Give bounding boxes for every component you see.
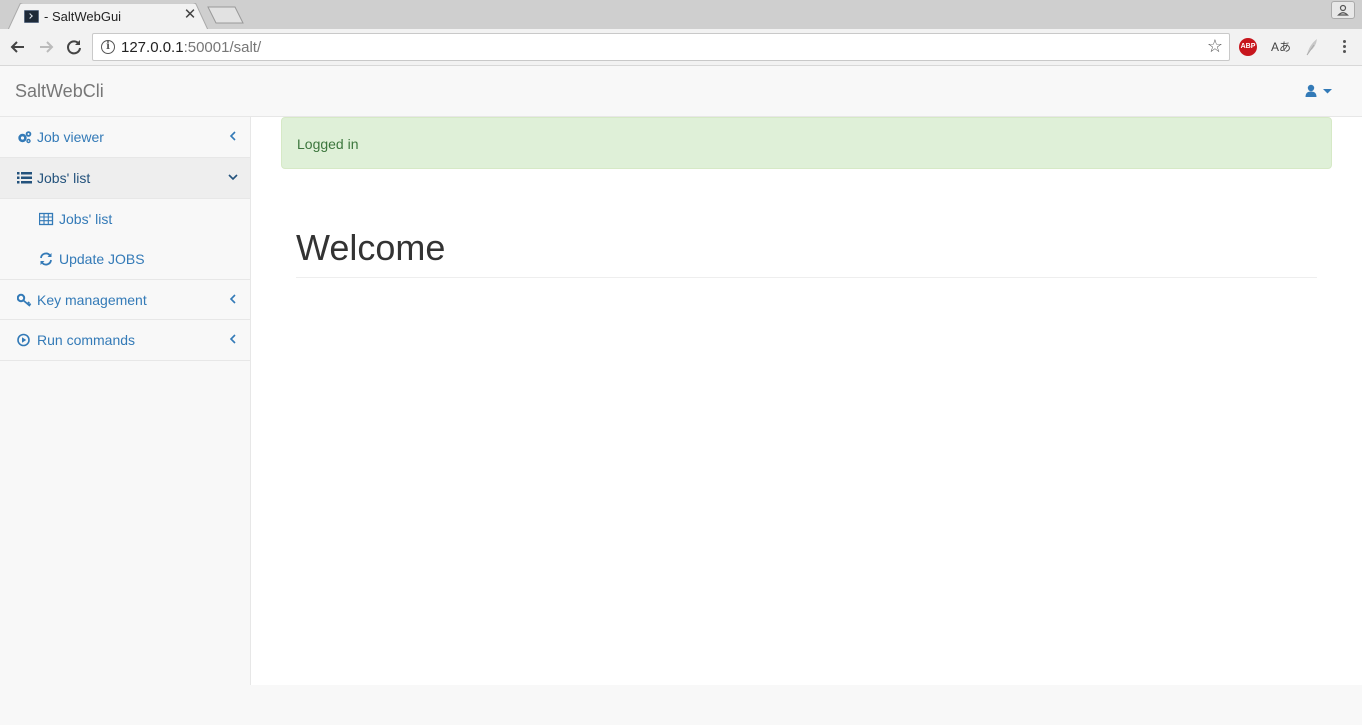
sidebar-item-key-management[interactable]: Key management — [0, 279, 250, 320]
user-menu-dropdown[interactable] — [1302, 82, 1336, 102]
back-arrow-icon[interactable] — [8, 37, 28, 57]
forward-arrow-icon[interactable] — [36, 37, 56, 57]
sidebar-subitem-jobs-list[interactable]: Jobs' list — [0, 199, 250, 239]
reload-icon[interactable] — [64, 37, 84, 57]
url-host: 127.0.0.1 — [121, 39, 184, 56]
new-tab-button[interactable] — [207, 6, 245, 24]
chevron-left-icon — [229, 294, 236, 304]
tab-close-icon[interactable]: ✕ — [182, 7, 198, 23]
profile-icon[interactable] — [1331, 1, 1355, 19]
sidebar-item-label: Jobs' list — [37, 170, 91, 186]
feather-extension-icon[interactable] — [1304, 37, 1320, 57]
app-navbar: SaltWebCli — [0, 66, 1362, 117]
divider — [296, 277, 1317, 278]
sidebar-item-label: Key management — [37, 292, 147, 308]
refresh-icon — [40, 252, 52, 266]
sidebar-subitem-label: Jobs' list — [59, 211, 113, 227]
url-path: :50001/salt/ — [183, 39, 262, 56]
user-icon — [1305, 84, 1332, 97]
browser-tab-active[interactable]: - SaltWebGui ✕ — [8, 3, 208, 30]
caret-down-icon — [1323, 89, 1332, 94]
sidebar-item-jobs-list[interactable]: Jobs' list — [0, 158, 250, 199]
chevron-left-icon — [229, 334, 236, 344]
list-icon — [17, 172, 32, 184]
address-bar[interactable]: i 127.0.0.1:50001/salt/ ☆ — [92, 33, 1230, 61]
sidebar-item-label: Run commands — [37, 332, 136, 348]
table-icon — [39, 212, 54, 226]
chevron-down-icon — [228, 174, 238, 181]
browser-tabstrip: - SaltWebGui ✕ — [0, 0, 1362, 30]
key-icon — [17, 293, 32, 307]
translate-extension-icon[interactable]: Aあ — [1271, 38, 1291, 55]
success-alert: Logged in — [281, 117, 1332, 169]
sidebar-item-label: Job viewer — [37, 129, 104, 145]
chevron-left-icon — [229, 131, 236, 141]
page-footer-area — [0, 685, 1362, 725]
play-circle-icon — [17, 333, 30, 347]
browser-toolbar: i 127.0.0.1:50001/salt/ ☆ ABP Aあ — [0, 29, 1362, 66]
alert-text: Logged in — [297, 136, 359, 152]
bookmark-star-icon[interactable]: ☆ — [1207, 36, 1223, 57]
browser-menu-icon[interactable] — [1336, 38, 1352, 58]
sidebar: Job viewer Jobs' list Jobs' list Update … — [0, 117, 251, 685]
url-text: 127.0.0.1:50001/salt/ — [121, 39, 261, 56]
terminal-favicon-icon — [24, 10, 39, 23]
brand-link[interactable]: SaltWebCli — [15, 81, 104, 102]
info-icon[interactable]: i — [101, 40, 115, 54]
tab-title: - SaltWebGui — [44, 9, 122, 24]
sidebar-subitem-update-jobs[interactable]: Update JOBS — [0, 239, 250, 279]
sidebar-item-job-viewer[interactable]: Job viewer — [0, 117, 250, 158]
page-title: Welcome — [296, 227, 446, 268]
main-content: Logged in Welcome — [251, 117, 1362, 685]
sidebar-item-run-commands[interactable]: Run commands — [0, 320, 250, 361]
cogs-icon — [18, 131, 32, 144]
adblock-extension-icon[interactable]: ABP — [1239, 38, 1257, 56]
sidebar-subitem-label: Update JOBS — [59, 251, 145, 267]
